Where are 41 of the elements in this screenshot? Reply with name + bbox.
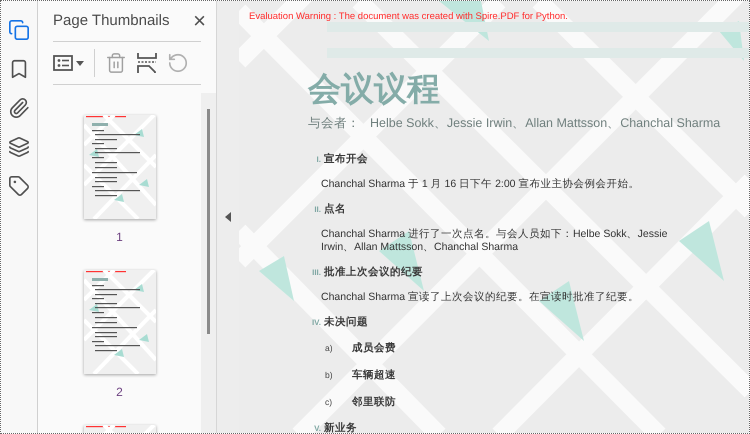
document-title: 会议议程 (308, 70, 441, 108)
caret-left-icon (225, 212, 231, 222)
page-cut-icon (137, 52, 157, 74)
paperclip-icon[interactable] (8, 97, 30, 119)
list-item-text: 成员会费 (352, 340, 396, 356)
section-heading: 宣布开会 (324, 152, 368, 167)
page-number: 1 (116, 229, 123, 246)
close-button[interactable]: × (193, 10, 206, 32)
attendees-list: Helbe Sokk、Jessie Irwin、Allan Mattsson、Chanchal Sharma (370, 114, 720, 133)
section-heading: 新业务 (324, 420, 357, 433)
list-item-text: 邻里联防 (352, 394, 396, 410)
list-icon (53, 55, 73, 71)
panel-title: Page Thumbnails (53, 10, 170, 31)
page-number: 2 (116, 384, 123, 401)
section-heading: 批准上次会议的纪要 (324, 264, 423, 280)
section-heading: 未决问题 (324, 314, 368, 330)
extract-page-button[interactable] (137, 52, 157, 74)
page-thumbnail[interactable] (84, 115, 156, 219)
tag-icon[interactable] (8, 175, 30, 197)
evaluation-warning: Evaluation Warning : The document was created with Spire.PDF for Python. (249, 10, 569, 24)
page-thumbnail[interactable] (84, 270, 156, 374)
list-marker: b) (325, 369, 334, 382)
section-numeral: V. (313, 422, 321, 433)
collapse-panel-button[interactable] (225, 212, 231, 222)
attendees-label: 与会者： (308, 115, 360, 132)
layers-icon[interactable] (8, 136, 30, 158)
scrollbar[interactable] (201, 93, 216, 433)
options-menu-button[interactable] (53, 55, 84, 71)
caret-icon (76, 60, 84, 66)
section-numeral: IV. (310, 316, 321, 328)
section-numeral: II. (313, 204, 321, 216)
section-numeral: I. (316, 154, 321, 166)
pages-icon[interactable] (8, 19, 30, 41)
section-body: Chanchal Sharma 进行了一次点名。与会人员如下：Helbe Sokk、Jessie Irwin、Allan Mattsson、Chanchal Sharma (321, 228, 668, 254)
section-numeral: III. (311, 266, 321, 278)
section-body: Chanchal Sharma 宣读了上次会议的纪要。在宣读时批准了纪要。 (321, 291, 640, 304)
list-marker: a) (325, 342, 334, 355)
section-heading: 点名 (324, 202, 346, 217)
list-item-text: 车辆超速 (352, 368, 396, 383)
list-marker: c) (325, 396, 334, 409)
section-body: Chanchal Sharma 于 1 月 16 日下午 2:00 宣布业主协会例会开始。 (321, 178, 640, 191)
